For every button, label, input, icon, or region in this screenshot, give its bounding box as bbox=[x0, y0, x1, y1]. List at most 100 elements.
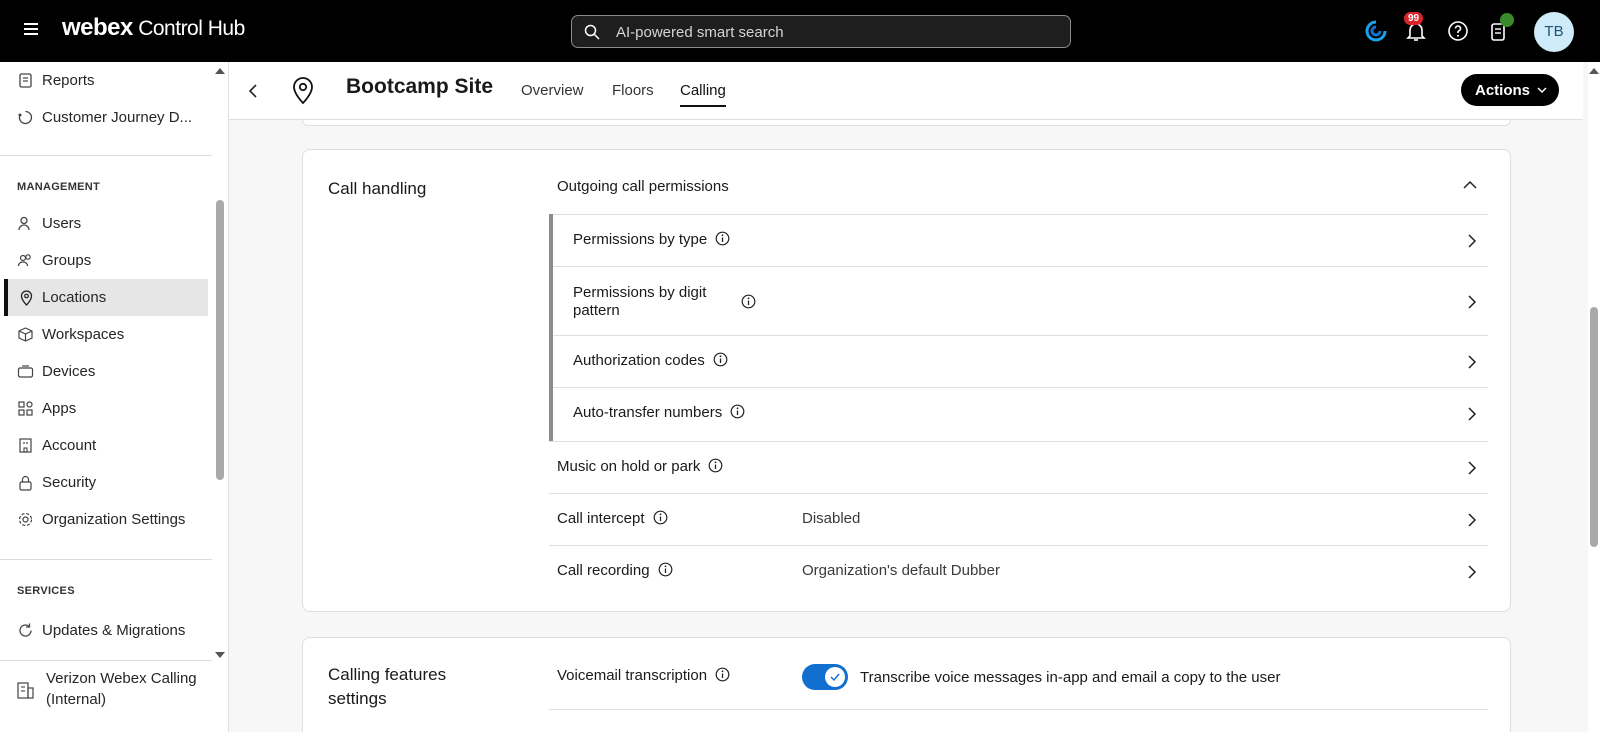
info-icon[interactable] bbox=[653, 510, 668, 525]
permissions-by-digit-pattern-row[interactable]: Permissions by digit pattern bbox=[553, 266, 1488, 335]
info-icon[interactable] bbox=[715, 667, 730, 682]
search-input[interactable] bbox=[616, 22, 1056, 42]
org-name: Verizon Webex Calling (Internal) bbox=[46, 668, 197, 710]
row-label: Authorization codes bbox=[573, 352, 728, 370]
permissions-by-type-row[interactable]: Permissions by type bbox=[553, 214, 1488, 266]
workspace-icon bbox=[18, 327, 33, 342]
outgoing-call-permissions-header[interactable]: Outgoing call permissions bbox=[549, 174, 1488, 214]
tab-floors[interactable]: Floors bbox=[612, 82, 654, 105]
music-on-hold-row[interactable]: Music on hold or park bbox=[549, 441, 1488, 493]
chevron-right-icon bbox=[1468, 355, 1477, 369]
info-icon[interactable] bbox=[741, 294, 756, 309]
sidebar-item-workspaces[interactable]: Workspaces bbox=[0, 316, 210, 353]
row-label: Voicemail transcription bbox=[557, 667, 730, 684]
main-scrollbar[interactable] bbox=[1588, 62, 1600, 732]
call-handling-card: Call handling Outgoing call permissions … bbox=[302, 149, 1511, 612]
sidebar-item-groups[interactable]: Groups bbox=[0, 242, 210, 279]
search-icon bbox=[584, 24, 600, 40]
sidebar-item-label: Organization Settings bbox=[42, 511, 186, 528]
call-intercept-row[interactable]: Call intercept Disabled bbox=[549, 493, 1488, 545]
info-icon[interactable] bbox=[715, 231, 730, 246]
smart-search[interactable] bbox=[571, 15, 1071, 48]
menu-icon[interactable] bbox=[20, 20, 42, 42]
sidebar-item-label: Locations bbox=[42, 289, 107, 306]
sidebar-item-label: Apps bbox=[42, 400, 77, 417]
back-arrow-icon[interactable] bbox=[245, 82, 263, 100]
row-value: Organization's default Dubber bbox=[802, 562, 1000, 579]
org-switcher[interactable]: Verizon Webex Calling (Internal) bbox=[0, 666, 212, 716]
sidebar: Reports Customer Journey D... MANAGEMENT… bbox=[0, 62, 229, 732]
chevron-right-icon bbox=[1468, 295, 1477, 309]
sidebar-item-label: Updates & Migrations bbox=[42, 622, 186, 639]
sidebar-item-security[interactable]: Security bbox=[0, 464, 210, 501]
sidebar-item-label: Security bbox=[42, 474, 97, 491]
scroll-up-icon[interactable] bbox=[1589, 68, 1599, 74]
sidebar-item-label: Workspaces bbox=[42, 326, 125, 343]
divider bbox=[0, 559, 212, 560]
location-pin-icon bbox=[293, 77, 313, 105]
org-name-line: Verizon Webex Calling bbox=[46, 670, 197, 687]
auto-transfer-numbers-row[interactable]: Auto-transfer numbers bbox=[553, 387, 1488, 439]
row-label: Permissions by type bbox=[573, 231, 730, 249]
sidebar-item-label: Customer Journey D... bbox=[42, 109, 193, 126]
sidebar-item-reports[interactable]: Reports bbox=[0, 62, 210, 99]
info-icon[interactable] bbox=[730, 404, 745, 419]
scrollbar-thumb[interactable] bbox=[1590, 307, 1598, 547]
chevron-up-icon bbox=[1463, 180, 1477, 189]
scroll-up-icon[interactable] bbox=[215, 68, 225, 74]
page-header: Bootcamp Site Overview Floors Calling Ac… bbox=[229, 62, 1583, 120]
scroll-down-icon[interactable] bbox=[215, 652, 225, 658]
tab-overview[interactable]: Overview bbox=[521, 82, 584, 105]
sidebar-item-apps[interactable]: Apps bbox=[0, 390, 210, 427]
org-name-line: (Internal) bbox=[46, 691, 107, 708]
webex-app-icon[interactable] bbox=[1364, 19, 1388, 43]
sidebar-item-label: Account bbox=[42, 437, 97, 454]
actions-button[interactable]: Actions bbox=[1461, 74, 1559, 106]
reports-icon bbox=[19, 73, 32, 88]
row-label: Auto-transfer numbers bbox=[573, 404, 745, 422]
toggle-description: Transcribe voice messages in-app and ema… bbox=[860, 669, 1281, 686]
authorization-codes-row[interactable]: Authorization codes bbox=[553, 335, 1488, 387]
calling-features-card: Calling features settings Voicemail tran… bbox=[302, 637, 1511, 732]
row-label: Call intercept bbox=[557, 510, 668, 528]
section-header-services: SERVICES bbox=[17, 585, 75, 597]
sidebar-item-devices[interactable]: Devices bbox=[0, 353, 210, 390]
tab-calling[interactable]: Calling bbox=[680, 82, 726, 107]
page-title: Bootcamp Site bbox=[346, 75, 494, 98]
notification-badge: 99 bbox=[1404, 12, 1424, 25]
sidebar-item-label: Groups bbox=[42, 252, 92, 269]
outgoing-label: Outgoing call permissions bbox=[557, 178, 729, 195]
row-value: Disabled bbox=[802, 510, 861, 527]
card-title: Call handling bbox=[328, 179, 427, 198]
info-icon[interactable] bbox=[713, 352, 728, 367]
chevron-right-icon bbox=[1468, 513, 1477, 527]
sidebar-item-customer-journey[interactable]: Customer Journey D... bbox=[0, 99, 210, 136]
sidebar-item-organization-settings[interactable]: Organization Settings bbox=[0, 501, 210, 538]
app-logo: webex Control Hub bbox=[62, 14, 245, 41]
help-icon[interactable] bbox=[1446, 19, 1470, 43]
row-label: Call recording bbox=[557, 562, 673, 580]
sidebar-item-users[interactable]: Users bbox=[0, 205, 210, 242]
location-pin-icon bbox=[20, 290, 33, 306]
toggle-knob bbox=[825, 667, 845, 687]
info-icon[interactable] bbox=[708, 458, 723, 473]
device-icon bbox=[17, 365, 34, 378]
account-icon bbox=[19, 438, 32, 453]
sidebar-item-account[interactable]: Account bbox=[0, 427, 210, 464]
sidebar-item-locations[interactable]: Locations bbox=[4, 279, 208, 316]
card-title-line: settings bbox=[328, 689, 387, 708]
lock-icon bbox=[19, 475, 32, 491]
chevron-right-icon bbox=[1468, 565, 1477, 579]
avatar[interactable]: TB bbox=[1534, 12, 1574, 52]
sidebar-scrollbar[interactable] bbox=[216, 200, 224, 480]
journey-icon bbox=[18, 110, 33, 125]
voicemail-transcription-toggle[interactable] bbox=[802, 664, 848, 690]
call-recording-row[interactable]: Call recording Organization's default Du… bbox=[549, 545, 1488, 597]
apps-icon bbox=[18, 401, 33, 416]
sidebar-item-updates-migrations[interactable]: Updates & Migrations bbox=[0, 612, 210, 649]
sidebar-item-label: Reports bbox=[42, 72, 95, 89]
info-icon[interactable] bbox=[658, 562, 673, 577]
section-header-management: MANAGEMENT bbox=[17, 181, 101, 193]
chevron-right-icon bbox=[1468, 234, 1477, 248]
actions-label: Actions bbox=[1475, 81, 1531, 99]
